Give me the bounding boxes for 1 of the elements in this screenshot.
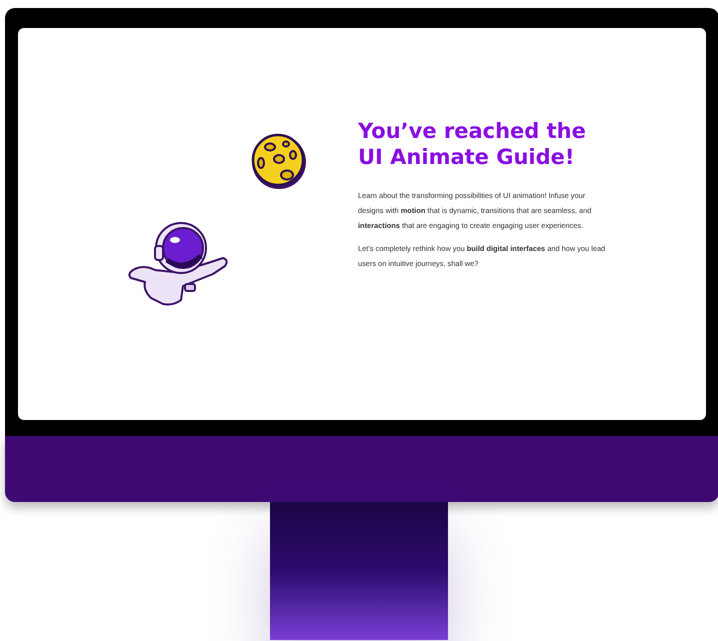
hero-title: You’ve reached the UI Animate Guide! [358,118,587,170]
